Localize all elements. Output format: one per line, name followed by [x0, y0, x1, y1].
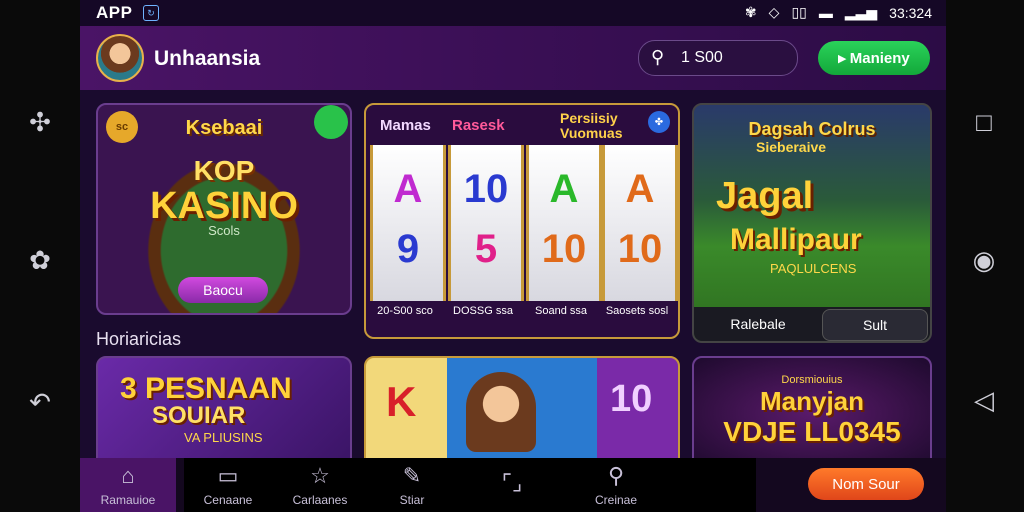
nav-label: Carlaanes	[292, 493, 348, 507]
pesnaan-card[interactable]: 3 PESNAAN SOUIAR VA PLIUSINS	[96, 356, 352, 470]
reel-symbol-bottom: 10	[617, 227, 663, 271]
reel: 10 5	[448, 145, 524, 301]
top-header: Unhaansia ⚲ 1 S00 ▸ Manieny	[80, 26, 946, 90]
vdje-small: Dorsmiouius	[781, 374, 843, 386]
compass-icon[interactable]: ◉	[964, 240, 1004, 280]
nav-item-search[interactable]: ⚲ Creinae	[568, 458, 664, 512]
search-input[interactable]: ⚲ 1 S00	[638, 40, 798, 76]
search-icon: ⚲	[651, 47, 665, 67]
frame-icon: ⌜⌟	[501, 470, 523, 495]
section-title: Horiaricias	[96, 329, 182, 349]
vdje-card[interactable]: Dorsmiouius Manyjan VDJE LL0345	[692, 356, 932, 470]
star-icon: ☆	[310, 463, 330, 488]
status-icons: ✾ ◇ ▯▯ ▬ ▂▃▅ 33:324	[745, 4, 932, 21]
bottom-nav: ⌂ Ramauioe ▭ Cenaane ☆ Carlaanes ✎ Stiar…	[80, 458, 946, 512]
battery-icon: ▯▯	[791, 4, 807, 20]
reel-symbol-bottom: 5	[474, 227, 498, 271]
reel: A 10	[526, 145, 602, 301]
jagal-sub2: PAQLULCENS	[770, 261, 857, 276]
reel-symbol-bottom: 10	[541, 227, 587, 271]
nav-label: Ramauioe	[100, 493, 156, 507]
right-system-rail: □ ◉ ◁	[944, 0, 1024, 512]
k10-left: K	[386, 378, 417, 425]
reel-symbol-top: 10	[463, 167, 509, 211]
kasino-subtitle: KOP	[193, 155, 255, 186]
cta-label: Manieny	[849, 49, 910, 67]
clover-icon: ✤	[648, 111, 670, 133]
reel-label: Soand ssa	[535, 305, 587, 317]
jagal-right-button[interactable]: Sult	[822, 309, 928, 341]
k10-right: 10	[610, 378, 653, 420]
reel: A 10	[602, 145, 678, 301]
nav-item-star[interactable]: ☆ Carlaanes	[272, 458, 368, 512]
reel-symbol-top: A	[549, 167, 579, 211]
nav-item-pen[interactable]: ✎ Stiar	[364, 458, 460, 512]
slots-header-3: Persiisiy Vuomuas	[560, 110, 623, 141]
pesnaan-sub: VA PLIUSINS	[184, 430, 263, 445]
status-app-label: APP	[96, 3, 133, 22]
sync-icon: ↻	[143, 5, 159, 21]
wifi-icon: ◇	[768, 4, 780, 20]
pesnaan-title: PESNAAN	[145, 372, 292, 405]
chat-icon: ▭	[217, 463, 239, 488]
nav-item-chat[interactable]: ▭ Cenaane	[180, 458, 276, 512]
avatar[interactable]	[96, 34, 144, 82]
slots-header-2: Rasesk	[452, 117, 505, 134]
cta-button[interactable]: ▸ Manieny	[818, 41, 930, 75]
slots-header-1: Mamas	[380, 117, 431, 134]
brand-name: Unhaansia	[154, 47, 261, 70]
vibrate-icon: ✾	[744, 4, 757, 20]
pesnaan-num: 3	[120, 372, 137, 405]
kasino-button[interactable]: Baocu	[178, 277, 268, 303]
kasino-card[interactable]: sc Ksebaai KOP KASINO Scols Baocu	[96, 103, 352, 315]
status-time: 33:324	[889, 4, 932, 21]
jagal-title-1: Jagal	[716, 175, 814, 217]
nav-label: Creinae	[594, 493, 638, 507]
back-triangle-icon[interactable]: ◁	[964, 380, 1004, 420]
battery-level-icon: ▬	[818, 4, 833, 21]
square-icon[interactable]: □	[964, 102, 1004, 142]
app-window: APP ↻ ✾ ◇ ▯▯ ▬ ▂▃▅ 33:324 Unhaansia ⚲ 1 …	[80, 0, 946, 512]
character-image	[466, 372, 536, 452]
status-bar: APP ↻ ✾ ◇ ▯▯ ▬ ▂▃▅ 33:324	[80, 0, 946, 26]
k10-card[interactable]: K 10	[364, 356, 680, 470]
pen-icon: ✎	[402, 463, 422, 488]
jagal-sub: Sieberaive	[756, 139, 827, 155]
pesnaan-title-1: 3 PESNAAN	[120, 372, 292, 406]
nav-item-home[interactable]: ⌂ Ramauioe	[80, 458, 176, 512]
kasino-sub2: Scols	[208, 223, 240, 238]
nav-label: Cenaane	[203, 493, 253, 507]
jagal-left-button[interactable]: Ralebale	[694, 307, 822, 341]
jagal-actions: Ralebale Sult	[694, 307, 930, 341]
slots-card[interactable]: Mamas Rasesk Persiisiy Vuomuas ✤ A 9 10 …	[364, 103, 680, 339]
reel-label: DOSSG ssa	[453, 305, 513, 317]
jagal-title-2: Mallipaur	[730, 223, 862, 256]
pesnaan-title-2: SOUIAR	[152, 402, 246, 429]
jagal-header: Dagsah Colrus	[748, 119, 876, 139]
reel-label: Saosets sosl	[605, 305, 669, 317]
reel-label: 20-S00 sco	[377, 305, 433, 317]
network-icon[interactable]: ✣	[20, 102, 60, 142]
nav-pill-button[interactable]: Nom Sour	[808, 468, 924, 500]
vdje-title-1: Manyjan	[759, 386, 865, 416]
signal-icon: ▂▃▅	[844, 4, 878, 20]
search-value: 1 S00	[681, 49, 723, 66]
search-icon: ⚲	[607, 463, 625, 488]
undo-icon[interactable]: ↶	[20, 382, 60, 422]
play-icon: ▸	[838, 50, 846, 67]
home-icon: ⌂	[121, 463, 135, 488]
reel-symbol-top: A	[625, 167, 655, 211]
nav-label: Stiar	[399, 493, 425, 507]
vdje-title-2: VDJE LL0345	[723, 416, 901, 447]
reel: A 9	[370, 145, 446, 301]
puzzle-icon[interactable]: ✿	[20, 240, 60, 280]
nav-item-frame[interactable]: ⌜⌟	[464, 458, 560, 512]
left-system-rail: ✣ ✿ ↶	[0, 0, 80, 512]
kasino-main: KASINO	[150, 185, 298, 227]
kasino-title: Ksebaai	[185, 117, 263, 139]
reel-symbol-bottom: 9	[396, 227, 420, 271]
reel-symbol-top: A	[393, 167, 423, 211]
jagal-card[interactable]: Dagsah Colrus Sieberaive Jagal Mallipaur…	[692, 103, 932, 343]
